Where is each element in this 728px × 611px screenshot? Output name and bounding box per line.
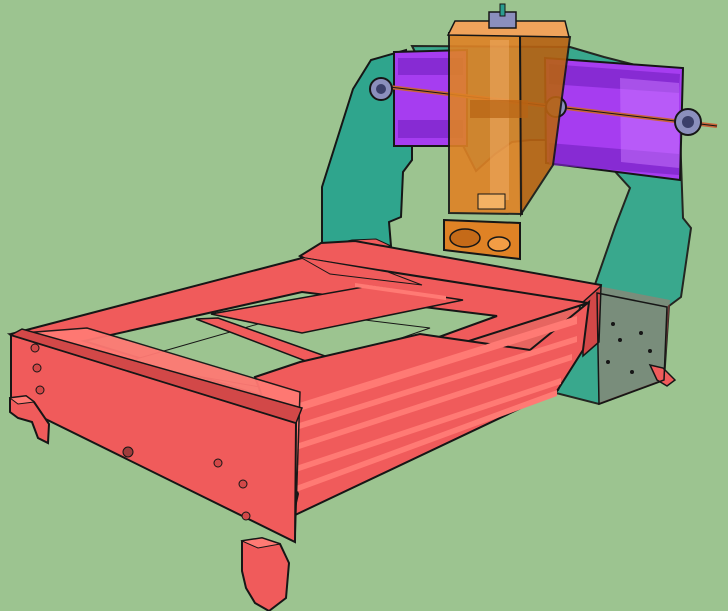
cnc-router-model <box>0 0 728 611</box>
image-stage <box>0 0 728 611</box>
